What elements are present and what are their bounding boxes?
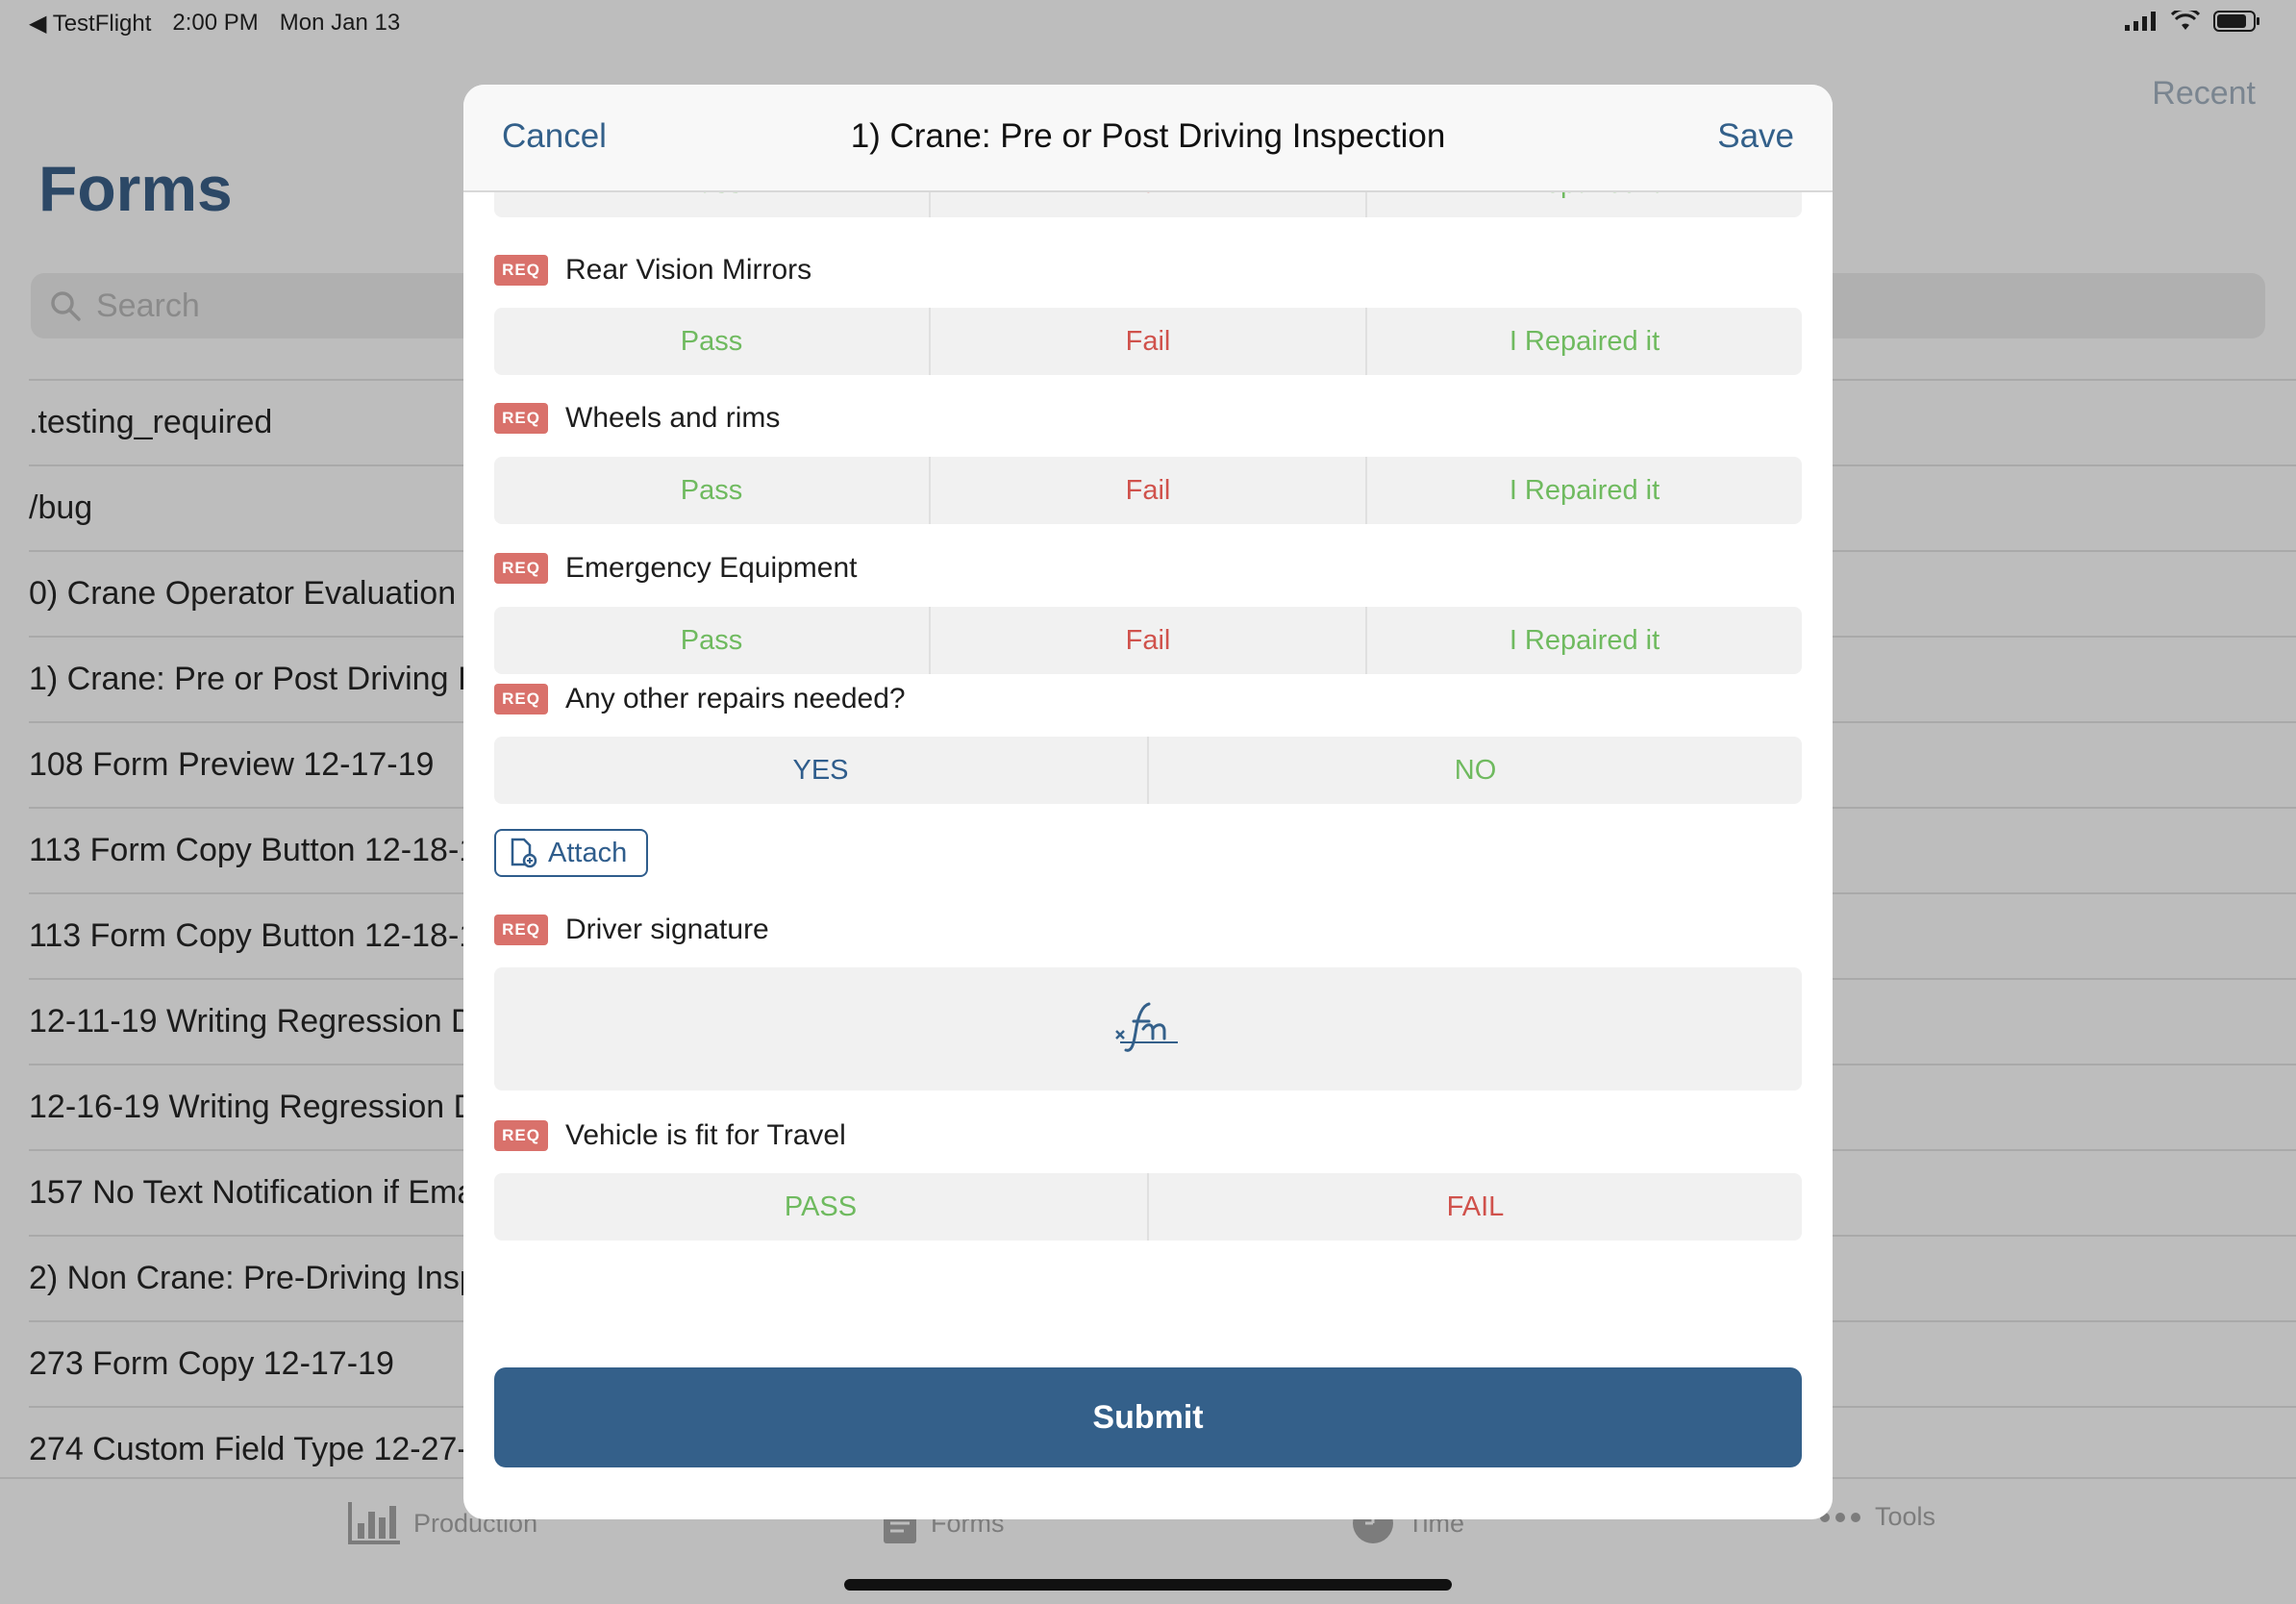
question-label: Emergency Equipment	[565, 552, 858, 584]
pass-option[interactable]: PASS	[494, 1173, 1149, 1241]
question-label: Any other repairs needed?	[565, 683, 906, 714]
question-emergency-equipment: REQ Emergency Equipment	[494, 552, 858, 585]
save-button[interactable]: Save	[1717, 117, 1794, 156]
question-fit-for-travel: REQ Vehicle is fit for Travel	[494, 1119, 846, 1152]
tab-tools[interactable]: Tools	[1819, 1502, 1935, 1532]
question-label: Wheels and rims	[565, 402, 781, 434]
repaired-option[interactable]: I Repaired it	[1367, 308, 1802, 375]
question-wheels-and-rims: REQ Wheels and rims	[494, 402, 780, 435]
battery-icon	[2213, 11, 2259, 32]
required-badge: REQ	[494, 915, 548, 945]
status-date: Mon Jan 13	[279, 10, 401, 36]
pass-option[interactable]: Pass	[494, 607, 931, 674]
modal-title: 1) Crane: Pre or Post Driving Inspection	[850, 117, 1446, 155]
pass-fail-control[interactable]: PASS FAIL	[494, 1173, 1802, 1241]
fail-option[interactable]: Fail	[931, 607, 1367, 674]
repaired-option[interactable]: I Repaired it	[1367, 457, 1802, 524]
attach-button[interactable]: Attach	[494, 829, 648, 877]
required-badge: REQ	[494, 403, 548, 434]
bar-chart-icon	[348, 1502, 400, 1544]
question-label: Rear Vision Mirrors	[565, 254, 812, 286]
back-to-app-link[interactable]: ◀ TestFlight	[29, 10, 151, 38]
repaired-option[interactable]: I Repaired it	[1367, 607, 1802, 674]
required-badge: REQ	[494, 684, 548, 714]
form-body[interactable]: Pass Fail I Repaired it REQ Rear Vision …	[463, 150, 1833, 1519]
tab-tools-label: Tools	[1875, 1502, 1936, 1531]
question-driver-signature: REQ Driver signature	[494, 914, 769, 946]
signature-pad[interactable]	[494, 967, 1802, 1090]
page-title: Forms	[38, 153, 233, 224]
submit-button[interactable]: Submit	[494, 1367, 1802, 1467]
attach-label: Attach	[548, 837, 628, 868]
wifi-icon	[2171, 11, 2200, 30]
segmented-control[interactable]: Pass Fail I Repaired it	[494, 308, 1802, 375]
required-badge: REQ	[494, 1120, 548, 1151]
status-bar: ◀ TestFlight 2:00 PM Mon Jan 13	[0, 0, 2296, 46]
signature-icon	[1115, 1002, 1178, 1052]
home-indicator[interactable]	[844, 1579, 1452, 1591]
pass-option[interactable]: Pass	[494, 457, 931, 524]
attach-file-icon	[511, 838, 537, 868]
yes-no-control[interactable]: YES NO	[494, 737, 1802, 804]
form-modal: Cancel 1) Crane: Pre or Post Driving Ins…	[463, 85, 1833, 1519]
cancel-button[interactable]: Cancel	[502, 117, 607, 156]
back-app-label: TestFlight	[52, 11, 152, 37]
fail-option[interactable]: Fail	[931, 457, 1367, 524]
pass-option[interactable]: Pass	[494, 308, 931, 375]
question-label: Vehicle is fit for Travel	[565, 1119, 846, 1151]
modal-header: Cancel 1) Crane: Pre or Post Driving Ins…	[463, 85, 1833, 192]
fail-option[interactable]: FAIL	[1149, 1173, 1802, 1241]
question-label: Driver signature	[565, 914, 769, 945]
required-badge: REQ	[494, 553, 548, 584]
cellular-signal-icon	[2125, 12, 2156, 31]
yes-option[interactable]: YES	[494, 737, 1149, 804]
required-badge: REQ	[494, 255, 548, 286]
question-rear-vision-mirrors: REQ Rear Vision Mirrors	[494, 254, 811, 287]
fail-option[interactable]: Fail	[931, 308, 1367, 375]
recent-button[interactable]: Recent	[2152, 75, 2256, 113]
search-icon	[51, 291, 81, 321]
segmented-control[interactable]: Pass Fail I Repaired it	[494, 457, 1802, 524]
no-option[interactable]: NO	[1149, 737, 1802, 804]
question-other-repairs: REQ Any other repairs needed?	[494, 683, 906, 715]
search-placeholder: Search	[96, 288, 200, 324]
segmented-control[interactable]: Pass Fail I Repaired it	[494, 607, 1802, 674]
status-time: 2:00 PM	[172, 10, 259, 36]
